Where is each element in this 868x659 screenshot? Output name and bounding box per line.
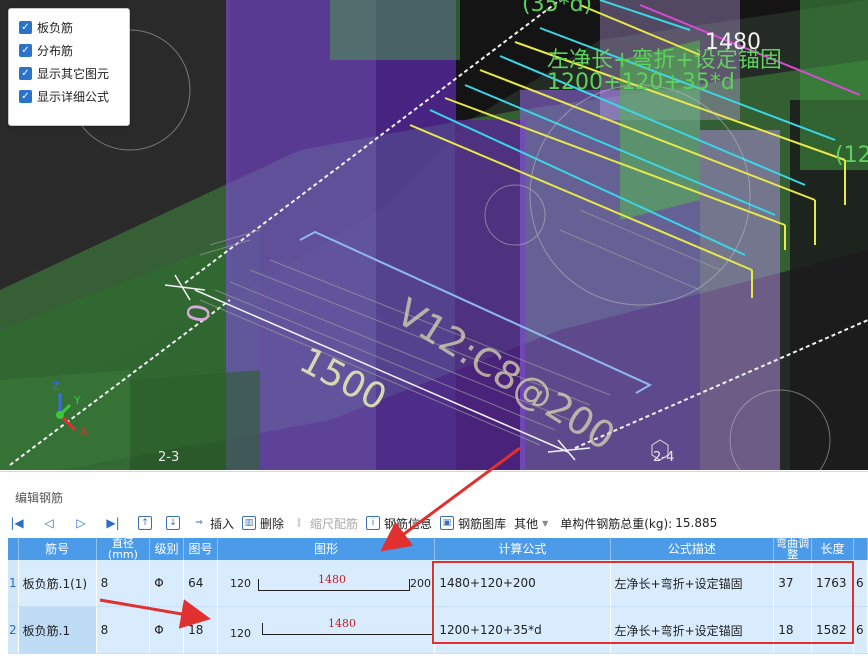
cell-description[interactable]: 左净长+弯折+设定锚固: [610, 606, 775, 654]
grid-label-left: 2-3: [158, 450, 180, 465]
axis-label-y: Y: [74, 394, 81, 407]
last-record-icon[interactable]: ▶|: [106, 516, 120, 530]
option-label: 分布筋: [37, 44, 74, 58]
cell-formula[interactable]: 1480+120+200: [434, 560, 611, 607]
first-record-icon[interactable]: |◀: [10, 516, 24, 530]
scale-rebar-label: 缩尺配筋: [310, 516, 359, 531]
axis-label-z: Z: [52, 380, 60, 393]
cell-description[interactable]: 左净长+弯折+设定锚固: [610, 560, 775, 607]
row-index: 2: [8, 606, 19, 654]
scene-text-formula-calc: 1200+120+35*d: [547, 70, 735, 95]
rebar-info-button[interactable]: i 钢筋信息: [366, 515, 432, 532]
editor-title: 编辑钢筋: [15, 491, 64, 505]
cell-figure-no[interactable]: 64: [183, 560, 218, 607]
cell-bar-no[interactable]: 板负筋.1: [18, 606, 97, 654]
grid-label-right: 2-4: [653, 450, 675, 465]
cell-grade[interactable]: Φ: [149, 606, 185, 654]
next-record-icon[interactable]: ▷: [74, 516, 88, 530]
option-label: 显示其它图元: [37, 67, 110, 81]
header-index: [8, 538, 19, 560]
delete-label: 删除: [260, 516, 285, 531]
header-shape[interactable]: 图形: [217, 538, 436, 560]
table-header-row: 筋号 直径 (mm) 级别 图号 图形 计算公式 公式描述 弯曲调 整 长度: [8, 538, 868, 560]
scale-rebar-button[interactable]: ‖ 缩尺配筋: [292, 515, 358, 532]
info-icon: i: [366, 516, 381, 530]
cell-length[interactable]: 1763: [811, 560, 854, 607]
checkbox-checked-icon[interactable]: ✓: [19, 44, 32, 57]
shape-mid-dim: 1480: [317, 573, 346, 586]
header-figure-no[interactable]: 图号: [183, 538, 218, 560]
cell-grade[interactable]: Φ: [149, 560, 185, 607]
insert-label: 插入: [210, 516, 235, 531]
trash-icon: ▥: [242, 516, 257, 530]
rebar-library-button[interactable]: ▣ 钢筋图库: [440, 515, 506, 532]
other-label: 其他: [514, 516, 539, 531]
table-row[interactable]: 2 板负筋.1 8 Φ 18 120 1480 1200+120+35*d 左净…: [8, 606, 868, 654]
library-icon: ▣: [440, 516, 455, 530]
move-down-icon[interactable]: ↓: [166, 516, 180, 530]
option-show-other-elements[interactable]: ✓ 显示其它图元: [19, 62, 129, 85]
option-label: 板负筋: [37, 21, 74, 35]
shape-mid-dim: 1480: [327, 617, 356, 630]
previous-record-icon[interactable]: ◁: [42, 516, 56, 530]
other-dropdown[interactable]: 其他 ▼: [514, 515, 548, 532]
scene-text-formula-partial: (35*d): [522, 0, 593, 17]
display-options-panel: ✓ 板负筋 ✓ 分布筋 ✓ 显示其它图元 ✓ 显示详细公式: [8, 8, 130, 126]
cell-shape[interactable]: 120 1480: [217, 606, 436, 654]
shape-left-dim: 120: [229, 627, 251, 640]
axis-label-x: X: [80, 425, 88, 438]
header-extra: [853, 538, 868, 560]
rebar-info-label: 钢筋信息: [384, 516, 433, 531]
cell-extra[interactable]: 6: [853, 560, 868, 607]
option-show-detailed-formula[interactable]: ✓ 显示详细公式: [19, 85, 129, 108]
checkbox-checked-icon[interactable]: ✓: [19, 21, 32, 34]
cell-formula[interactable]: 1200+120+35*d: [434, 606, 611, 654]
header-bar-no[interactable]: 筋号: [18, 538, 97, 560]
table-row[interactable]: 1 板负筋.1(1) 8 Φ 64 120 1480 200 1480+120+…: [8, 560, 868, 607]
option-slab-negative-rebar[interactable]: ✓ 板负筋: [19, 16, 129, 39]
shape-left-dim: 120: [229, 577, 251, 590]
move-up-icon[interactable]: ↑: [138, 516, 152, 530]
shape-right-dim: 200: [409, 577, 431, 590]
total-weight-value: 15.885: [675, 516, 718, 530]
delete-button[interactable]: ▥ 删除: [242, 515, 284, 532]
scale-icon: ‖: [296, 517, 302, 528]
option-distribution-rebar[interactable]: ✓ 分布筋: [19, 39, 129, 62]
total-weight-label: 单构件钢筋总重(kg):: [560, 516, 673, 531]
cell-diameter[interactable]: 8: [96, 606, 151, 654]
option-label: 显示详细公式: [37, 90, 110, 104]
checkbox-checked-icon[interactable]: ✓: [19, 67, 32, 80]
header-description[interactable]: 公式描述: [610, 538, 775, 560]
rebar-table: 筋号 直径 (mm) 级别 图号 图形 计算公式 公式描述 弯曲调 整 长度 1…: [8, 538, 868, 654]
insert-icon: ⇒: [195, 517, 203, 528]
rebar-editor-panel: 编辑钢筋 |◀ ◁ ▷ ▶| ↑ ↓ ⇒ 插入 ▥ 删除 ‖ 缩尺配筋 i 钢筋…: [0, 471, 868, 659]
cell-diameter[interactable]: 8: [96, 560, 151, 607]
cell-length[interactable]: 1582: [811, 606, 854, 654]
cell-figure-no[interactable]: 18: [183, 606, 218, 654]
header-bend-adjust[interactable]: 弯曲调 整: [773, 538, 812, 560]
cell-bend-adjust[interactable]: 37: [773, 560, 812, 607]
rebar-library-label: 钢筋图库: [458, 516, 507, 531]
row-index: 1: [8, 560, 19, 607]
scene-text-right-partial: (12: [835, 143, 868, 168]
cell-shape[interactable]: 120 1480 200: [217, 560, 436, 607]
editor-toolbar: |◀ ◁ ▷ ▶| ↑ ↓ ⇒ 插入 ▥ 删除 ‖ 缩尺配筋 i 钢筋信息 ▣ …: [10, 512, 717, 534]
cell-extra[interactable]: 6: [853, 606, 868, 654]
header-grade[interactable]: 级别: [149, 538, 185, 560]
header-formula[interactable]: 计算公式: [434, 538, 611, 560]
checkbox-checked-icon[interactable]: ✓: [19, 90, 32, 103]
cell-bend-adjust[interactable]: 18: [773, 606, 812, 654]
insert-button[interactable]: ⇒ 插入: [192, 515, 234, 532]
dropdown-arrow-icon: ▼: [542, 518, 549, 528]
header-diameter[interactable]: 直径 (mm): [96, 538, 151, 560]
header-length[interactable]: 长度: [811, 538, 854, 560]
3d-viewport[interactable]: (35*d) 1480 左净长+弯折+设定锚固 1200+120+35*d (1…: [0, 0, 868, 470]
cell-bar-no[interactable]: 板负筋.1(1): [18, 560, 97, 607]
